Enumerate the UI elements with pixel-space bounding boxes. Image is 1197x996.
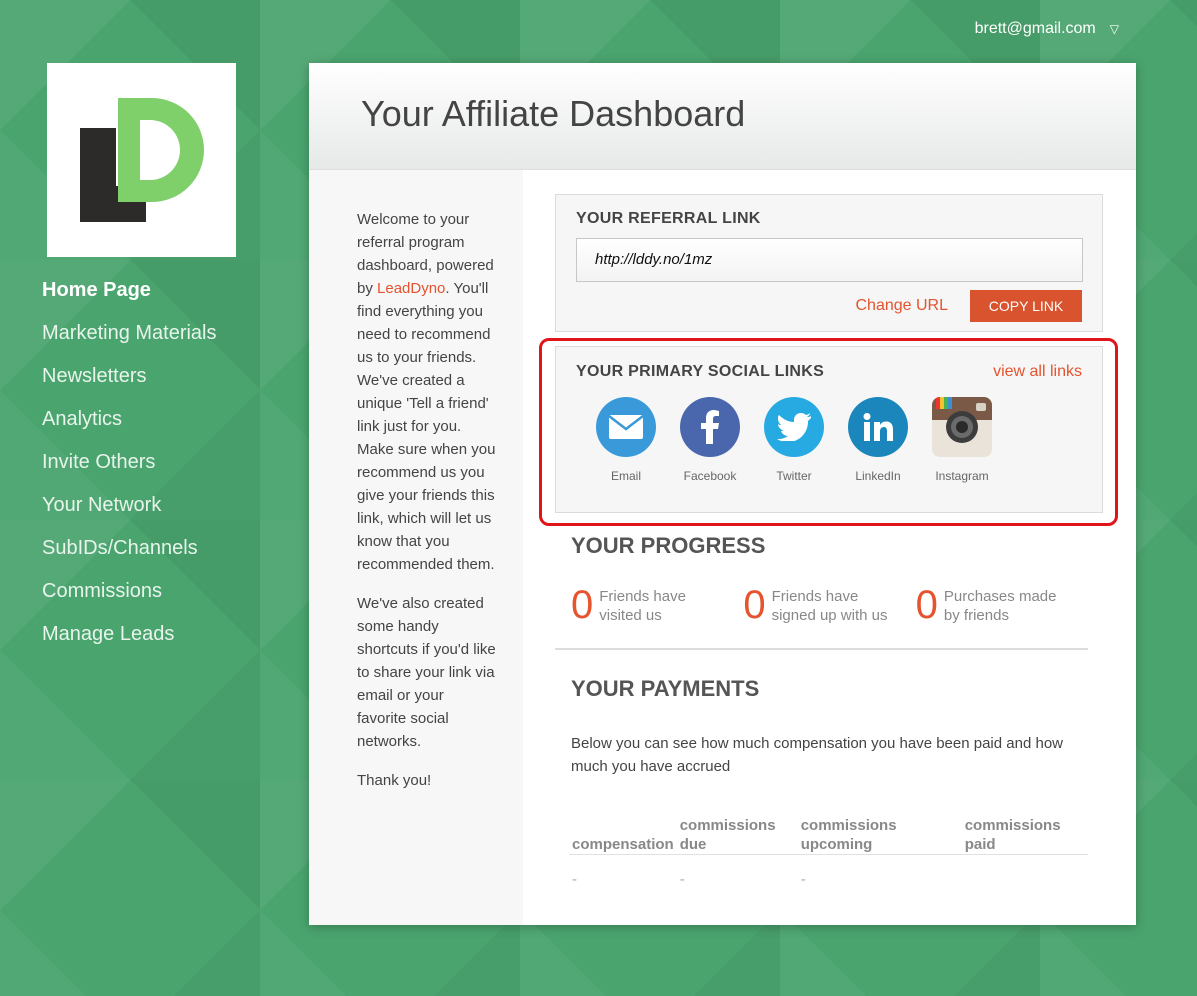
- social-instagram-button[interactable]: Instagram: [932, 397, 992, 483]
- column-header-text: upcoming: [800, 835, 873, 853]
- sidebar-item-commissions[interactable]: Commissions: [42, 577, 217, 620]
- email-icon: [596, 397, 656, 457]
- table-header-row: compensation commissions due commissions u…: [569, 812, 1088, 855]
- leaddyno-logo-icon: [79, 98, 204, 222]
- sidebar-nav: Home Page Marketing Materials Newsletter…: [42, 276, 217, 663]
- twitter-icon: [764, 397, 824, 457]
- sidebar-item-manage-leads[interactable]: Manage Leads: [42, 620, 217, 663]
- caret-down-icon: ▽: [1109, 22, 1119, 36]
- progress-stats: 0 Friends have visited us 0 Friends have s…: [555, 585, 1088, 650]
- referral-link-card: YOUR REFERRAL LINK http://lddy.no/1mz Ch…: [555, 194, 1103, 332]
- sidebar-item-home-page[interactable]: Home Page: [42, 276, 217, 319]
- dashboard-panel: Your Affiliate Dashboard Welcome to your…: [309, 63, 1136, 925]
- social-label: LinkedIn: [855, 469, 901, 483]
- stat-text: Friends have signed up with us: [772, 587, 888, 648]
- logo[interactable]: [47, 63, 236, 257]
- social-label: Instagram: [935, 469, 989, 483]
- social-label: Email: [610, 469, 641, 483]
- referral-actions: Change URL COPY LINK: [576, 290, 1082, 322]
- column-header-text: commissions: [800, 816, 897, 834]
- stat-purchases: 0 Purchases made by friends: [916, 585, 1088, 648]
- sidebar-item-newsletters[interactable]: Newsletters: [42, 362, 217, 405]
- column-header-text: due: [679, 835, 707, 853]
- table-cell: -: [572, 870, 577, 888]
- page-title: Your Affiliate Dashboard: [361, 93, 746, 134]
- sidebar-item-analytics[interactable]: Analytics: [42, 405, 217, 448]
- social-links-title: YOUR PRIMARY SOCIAL LINKS: [576, 363, 825, 380]
- column-header: compensation: [569, 812, 677, 855]
- stat-text-line: Purchases made: [943, 588, 1057, 605]
- progress-title: YOUR PROGRESS: [571, 533, 766, 558]
- referral-link-title: YOUR REFERRAL LINK: [576, 210, 761, 227]
- payments-table: compensation commissions due commissions u…: [569, 812, 1088, 888]
- stat-number: 0: [571, 583, 594, 627]
- column-header: commissions paid: [961, 812, 1088, 855]
- social-twitter-button[interactable]: Twitter: [764, 397, 824, 483]
- panel-header: Your Affiliate Dashboard: [309, 63, 1136, 170]
- linkedin-icon: [848, 397, 908, 457]
- social-links-card: YOUR PRIMARY SOCIAL LINKS view all links…: [555, 346, 1103, 513]
- intro-paragraph-3: Thank you!: [357, 772, 432, 789]
- column-header-text: compensation: [572, 835, 674, 853]
- social-label: Twitter: [776, 469, 812, 483]
- referral-url-field[interactable]: http://lddy.no/1mz: [576, 238, 1083, 282]
- table-cell: -: [800, 870, 806, 888]
- sidebar-item-subids-channels[interactable]: SubIDs/Channels: [42, 534, 217, 577]
- table-row: - - -: [569, 854, 1088, 888]
- sidebar-item-marketing-materials[interactable]: Marketing Materials: [42, 319, 217, 362]
- payments-description: Below you can see how much compensation …: [571, 735, 1063, 775]
- column-header: commissions upcoming: [797, 812, 962, 855]
- social-facebook-button[interactable]: Facebook: [680, 397, 740, 483]
- stat-signed-up: 0 Friends have signed up with us: [743, 585, 915, 648]
- stat-text-line: Friends have: [599, 588, 686, 605]
- stat-number: 0: [743, 583, 766, 627]
- user-email: brett@gmail.com: [974, 20, 1096, 37]
- social-links-header: YOUR PRIMARY SOCIAL LINKS view all links: [576, 363, 1082, 381]
- sidebar-item-invite-others[interactable]: Invite Others: [42, 448, 217, 491]
- social-label: Facebook: [683, 469, 737, 483]
- stat-text-line: visited us: [599, 607, 662, 624]
- stat-visited: 0 Friends have visited us: [571, 585, 743, 648]
- user-menu[interactable]: brett@gmail.com ▽: [975, 20, 1119, 38]
- social-links-section: YOUR PRIMARY SOCIAL LINKS view all links…: [539, 338, 1118, 526]
- main-column: YOUR REFERRAL LINK http://lddy.no/1mz Ch…: [539, 194, 1118, 888]
- facebook-icon: [680, 397, 740, 457]
- intro-text: . You'll find everything you need to rec…: [357, 280, 496, 573]
- social-icons-row: Email Facebook Twitter LinkedIn Instagra…: [576, 397, 1082, 483]
- column-header: commissions due: [676, 812, 798, 855]
- intro-column: Welcome to your referral program dashboa…: [309, 170, 523, 925]
- stat-text: Friends have visited us: [599, 587, 686, 648]
- leaddyno-link[interactable]: LeadDyno: [377, 280, 445, 297]
- stat-text-line: by friends: [943, 607, 1009, 624]
- column-header-text: commissions: [964, 816, 1061, 834]
- view-all-links-link[interactable]: view all links: [993, 363, 1082, 381]
- copy-link-button[interactable]: COPY LINK: [970, 290, 1082, 322]
- social-linkedin-button[interactable]: LinkedIn: [848, 397, 908, 483]
- stat-text: Purchases made by friends: [944, 587, 1057, 648]
- stat-text-line: Friends have: [771, 588, 859, 605]
- column-header-text: commissions: [679, 816, 776, 834]
- table-cell: [962, 854, 1088, 888]
- intro-paragraph-2: We've also created some handy shortcuts …: [357, 595, 496, 750]
- payments-title: YOUR PAYMENTS: [571, 676, 760, 701]
- instagram-icon: [932, 397, 992, 457]
- table-cell: -: [679, 870, 685, 888]
- sidebar-item-your-network[interactable]: Your Network: [42, 491, 217, 534]
- stat-number: 0: [915, 583, 938, 627]
- intro-paragraph-1: Welcome to your referral program dashboa…: [357, 208, 497, 576]
- change-url-link[interactable]: Change URL: [856, 297, 949, 315]
- social-email-button[interactable]: Email: [596, 397, 656, 483]
- stat-text-line: signed up with us: [771, 607, 888, 624]
- column-header-text: paid: [964, 835, 996, 853]
